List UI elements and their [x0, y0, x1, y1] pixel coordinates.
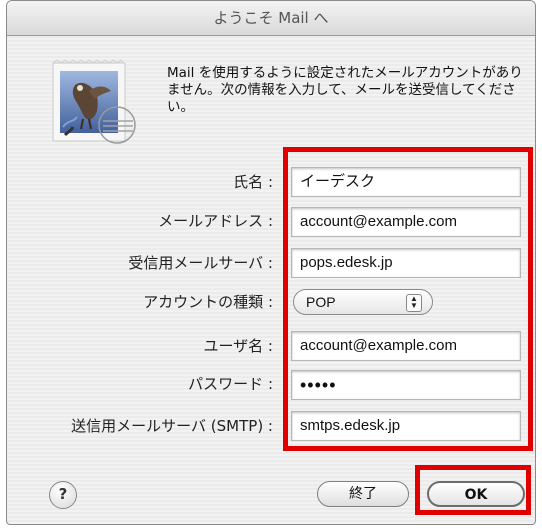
fields-highlight-box — [283, 147, 533, 451]
email-label: メールアドレス : — [158, 212, 273, 230]
username-label: ユーザ名 : — [203, 337, 273, 355]
welcome-dialog: ようこそ Mail へ Mail を使用するように設定されたメールアカウントがあ… — [6, 0, 536, 525]
incoming-server-label: 受信用メールサーバ : — [128, 254, 273, 272]
help-button[interactable]: ? — [49, 481, 77, 509]
mail-stamp-eagle-icon — [47, 55, 145, 153]
window-title: ようこそ Mail へ — [7, 1, 535, 36]
account-type-label: アカウントの種類 : — [143, 293, 273, 311]
name-label: 氏名 : — [233, 173, 273, 191]
quit-button[interactable]: 終了 — [317, 481, 409, 507]
intro-text: Mail を使用するように設定されたメールアカウントがありません。次の情報を入力… — [167, 65, 523, 115]
password-label: パスワード : — [188, 375, 273, 393]
ok-button[interactable]: OK — [427, 481, 525, 507]
outgoing-server-label: 送信用メールサーバ (SMTP) : — [71, 417, 273, 435]
